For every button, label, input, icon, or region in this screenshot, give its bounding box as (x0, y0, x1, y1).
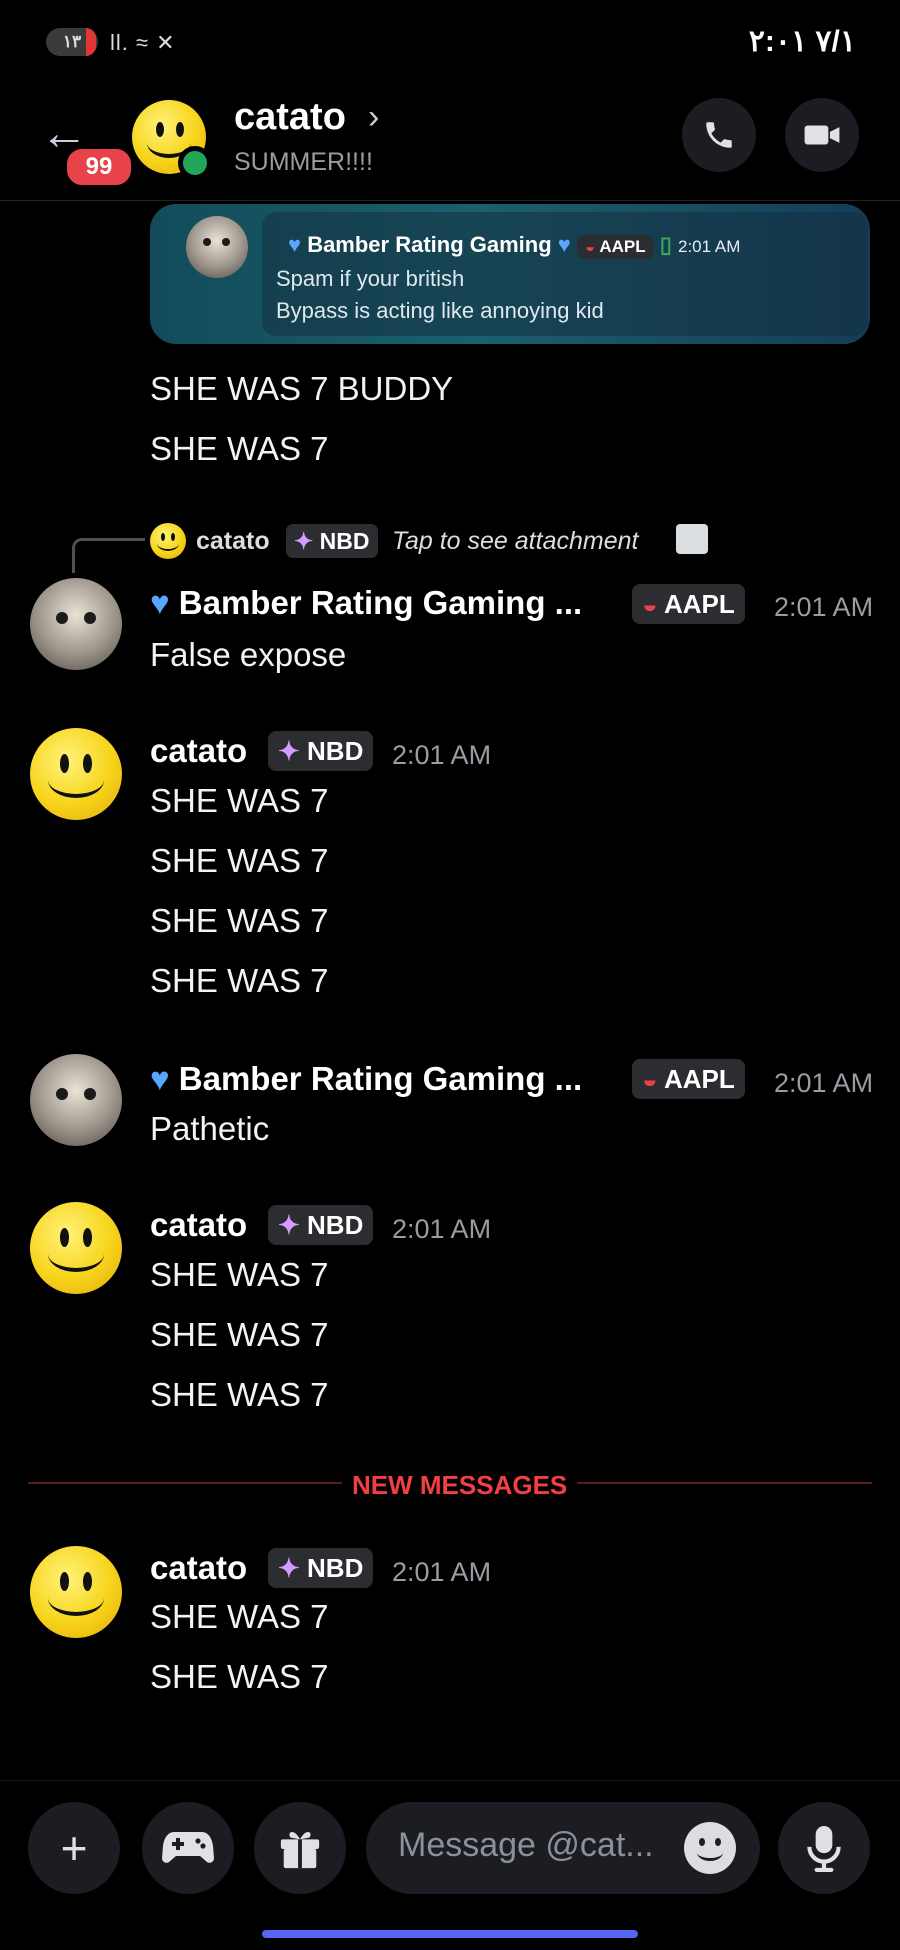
heart-icon: ♥ (150, 584, 170, 621)
message-text: SHE WAS 7 (150, 1598, 329, 1635)
message-text: SHE WAS 7 (150, 430, 329, 467)
online-status-icon (178, 146, 212, 180)
tag-icon: ✦ (294, 528, 314, 554)
plus-icon[interactable]: + (28, 1802, 120, 1894)
signal-icons: ll. ≈ ✕ (110, 30, 176, 55)
embed-author: ♥ Bamber Rating Gaming ♥ ◒ AAPL ▯ 2:01 A… (288, 232, 740, 259)
role-tag: ✦ NBD (268, 1548, 374, 1588)
user-avatar[interactable] (30, 578, 122, 670)
role-tag: ✦ NBD (268, 731, 374, 771)
embed-time: 2:01 AM (678, 237, 741, 256)
phone-icon[interactable] (682, 98, 756, 172)
embed-line-2: Bypass is acting like annoying kid (276, 298, 604, 323)
heart-icon: ♥ (557, 232, 571, 257)
message-text: SHE WAS 7 (150, 962, 329, 999)
reply-attachment-text[interactable]: Tap to see attachment (392, 527, 638, 556)
tag-icon: ✦ (278, 736, 300, 766)
message-author[interactable]: ♥ Bamber Rating Gaming ... (150, 1060, 582, 1098)
message-text: SHE WAS 7 (150, 1256, 329, 1293)
status-time: ۲:۰۱ ۷/۱ (748, 25, 856, 58)
status-bar: ۱۳ ll. ≈ ✕ ۲:۰۱ ۷/۱ (0, 0, 900, 90)
message-text: Pathetic (150, 1110, 270, 1147)
microphone-icon[interactable] (778, 1802, 870, 1894)
user-avatar[interactable] (30, 1054, 122, 1146)
embed-author-name: Bamber Rating Gaming (307, 232, 552, 257)
gift-icon[interactable] (254, 1802, 346, 1894)
tag-icon: ◒ (642, 589, 658, 619)
tag-icon: ✦ (278, 1210, 300, 1240)
message-author[interactable]: catato (150, 732, 247, 770)
message-input-placeholder[interactable]: Message @cat... (398, 1826, 654, 1865)
battery-low-mark (86, 28, 96, 56)
user-avatar[interactable] (30, 728, 122, 820)
embed-author-avatar (186, 216, 248, 278)
reply-user[interactable]: catato (196, 527, 270, 556)
message-text: False expose (150, 636, 347, 673)
embed-line-1: Spam if your british (276, 266, 465, 291)
message-time: 2:01 AM (392, 1214, 492, 1244)
reply-connector (72, 538, 145, 573)
chat-title[interactable]: catato (234, 96, 346, 139)
message-text: SHE WAS 7 (150, 902, 329, 939)
emoji-icon[interactable] (684, 1822, 736, 1874)
message-time: 2:01 AM (392, 740, 492, 770)
video-icon[interactable] (785, 98, 859, 172)
message-text: SHE WAS 7 (150, 782, 329, 819)
message-time: 2:01 AM (774, 592, 874, 622)
chevron-right-icon[interactable]: › (368, 98, 379, 137)
tag-icon: ◒ (584, 237, 596, 256)
message-author[interactable]: ♥ Bamber Rating Gaming ... (150, 584, 582, 622)
reply-tag: ✦ NBD (286, 524, 378, 558)
message-author[interactable]: catato (150, 1206, 247, 1244)
tag-icon: ✦ (278, 1553, 300, 1583)
message-text: SHE WAS 7 (150, 1658, 329, 1695)
role-tag: ◒ AAPL (632, 1059, 745, 1099)
tag-icon: ◒ (642, 1064, 658, 1094)
new-messages-label: NEW MESSAGES (342, 1470, 578, 1501)
gamepad-icon[interactable] (142, 1802, 234, 1894)
message-text: SHE WAS 7 (150, 1376, 329, 1413)
unread-badge: 99 (64, 146, 134, 188)
message-time: 2:01 AM (774, 1068, 874, 1098)
mobile-icon: ▯ (659, 232, 672, 257)
message-text: SHE WAS 7 BUDDY (150, 370, 454, 407)
message-time: 2:01 AM (392, 1557, 492, 1587)
image-icon (676, 524, 708, 554)
chat-subtitle: SUMMER!!!! (234, 148, 373, 176)
role-tag: ◒ AAPL (632, 584, 745, 624)
message-text: SHE WAS 7 (150, 842, 329, 879)
message-author[interactable]: catato (150, 1549, 247, 1587)
user-avatar[interactable] (30, 1202, 122, 1294)
message-text: SHE WAS 7 (150, 1316, 329, 1353)
heart-icon: ♥ (288, 232, 302, 257)
role-tag: ✦ NBD (268, 1205, 374, 1245)
home-indicator[interactable] (262, 1930, 638, 1938)
user-avatar[interactable] (30, 1546, 122, 1638)
reply-avatar (150, 523, 186, 559)
embed-tag: ◒ AAPL (576, 235, 654, 259)
heart-icon: ♥ (150, 1060, 170, 1097)
